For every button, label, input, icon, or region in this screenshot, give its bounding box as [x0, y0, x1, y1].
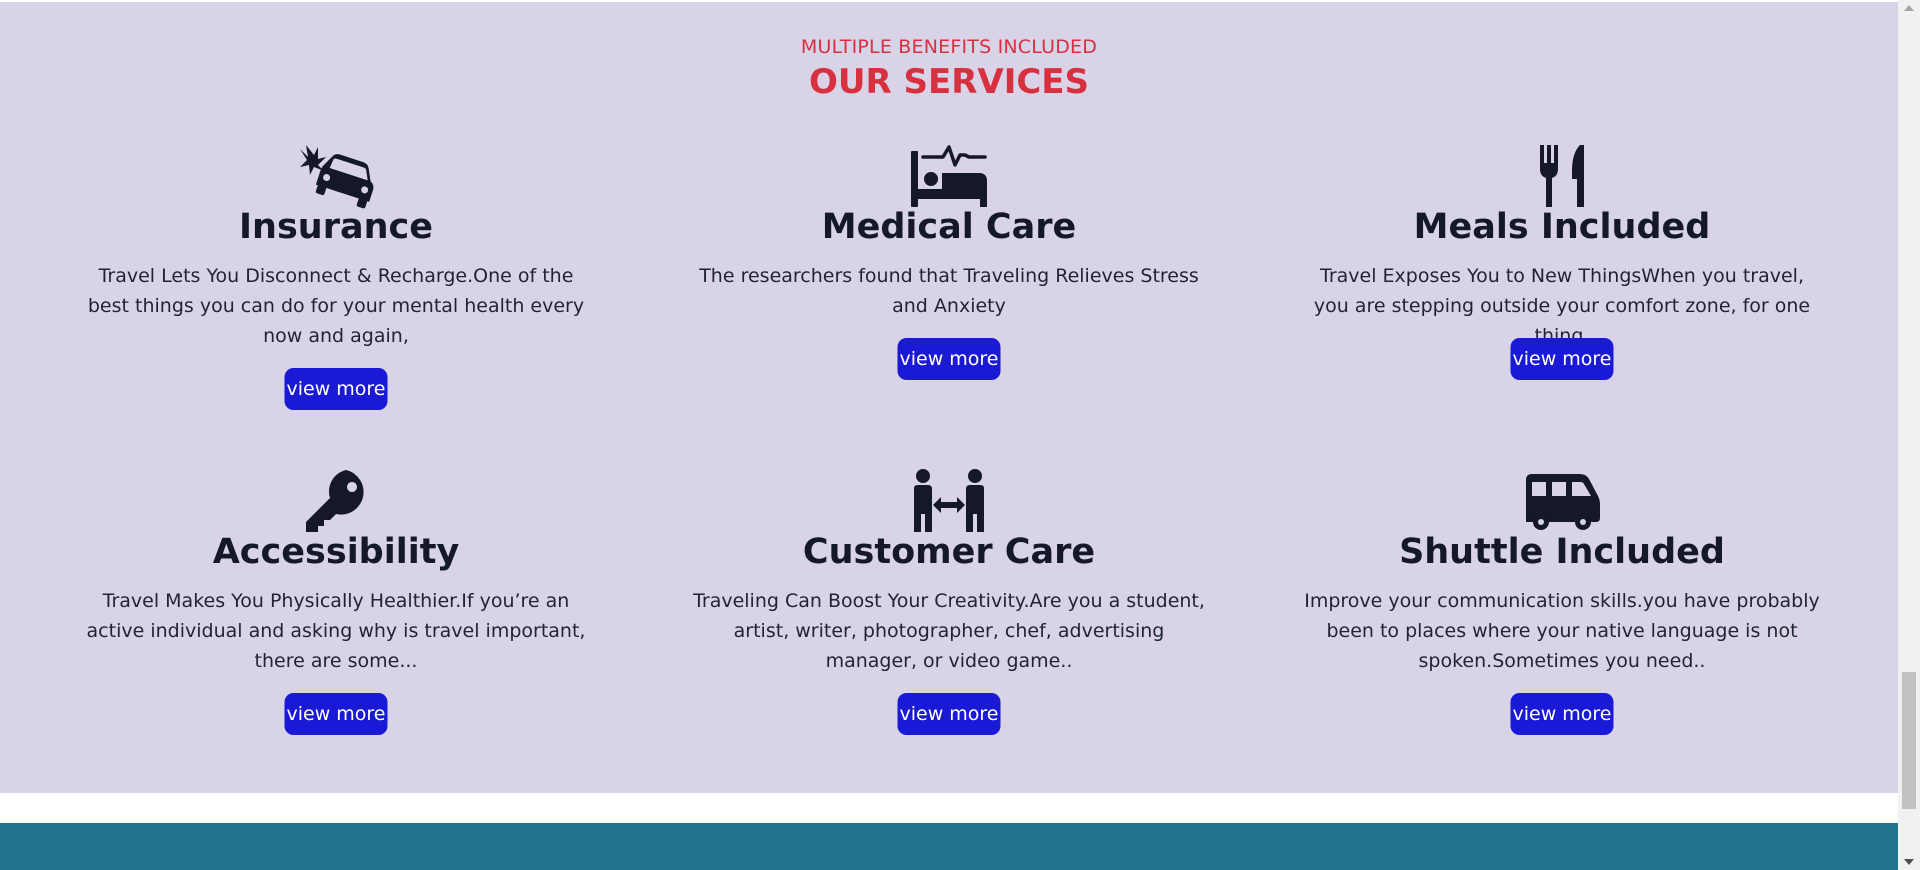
service-description: Travel Lets You Disconnect & Recharge.On…	[87, 265, 585, 347]
service-title: Accessibility	[212, 532, 460, 572]
page: MULTIPLE BENEFITS INCLUDED OUR SERVICES	[0, 0, 1920, 870]
service-card-medical-care: Medical Care The researchers found that …	[679, 143, 1219, 393]
car-crash-icon	[296, 143, 376, 209]
services-section: MULTIPLE BENEFITS INCLUDED OUR SERVICES	[0, 2, 1898, 793]
view-more-button[interactable]: view more	[1510, 693, 1614, 735]
view-more-button[interactable]: view more	[284, 368, 388, 410]
service-description: Improve your communication skills.you ha…	[1304, 590, 1820, 672]
people-arrows-icon	[909, 468, 989, 534]
bed-pulse-icon	[909, 143, 989, 209]
service-card-insurance: Insurance Travel Lets You Disconnect & R…	[66, 143, 606, 423]
service-card-accessibility: Accessibility Travel Makes You Physicall…	[66, 468, 606, 748]
van-shuttle-icon	[1522, 468, 1602, 534]
service-description: Travel Makes You Physically Healthier.If…	[86, 590, 586, 672]
scroll-up-icon[interactable]	[1904, 5, 1914, 11]
view-more-button[interactable]: view more	[1510, 338, 1614, 380]
section-heading: OUR SERVICES	[808, 62, 1090, 102]
section-eyebrow: MULTIPLE BENEFITS INCLUDED	[800, 36, 1098, 58]
service-title: Meals Included	[1413, 207, 1711, 247]
utensils-icon	[1522, 143, 1602, 209]
service-description: The researchers found that Traveling Rel…	[699, 265, 1199, 317]
service-card-shuttle-included: Shuttle Included Improve your communicat…	[1292, 468, 1832, 748]
scroll-down-icon[interactable]	[1904, 859, 1914, 865]
service-title: Medical Care	[821, 207, 1077, 247]
service-title: Insurance	[239, 207, 433, 247]
view-more-button[interactable]: view more	[897, 338, 1001, 380]
scrollbar-thumb[interactable]	[1902, 672, 1916, 809]
vertical-scrollbar[interactable]	[1898, 0, 1920, 870]
service-title: Shuttle Included	[1399, 532, 1725, 572]
service-card-customer-care: Customer Care Traveling Can Boost Your C…	[679, 468, 1219, 748]
view-more-button[interactable]: view more	[284, 693, 388, 735]
view-more-button[interactable]: view more	[897, 693, 1001, 735]
service-description: Traveling Can Boost Your Creativity.Are …	[693, 590, 1205, 672]
service-card-meals-included: Meals Included Travel Exposes You to New…	[1292, 143, 1832, 393]
key-icon	[296, 468, 376, 534]
footer-band	[0, 823, 1898, 870]
service-title: Customer Care	[802, 532, 1096, 572]
